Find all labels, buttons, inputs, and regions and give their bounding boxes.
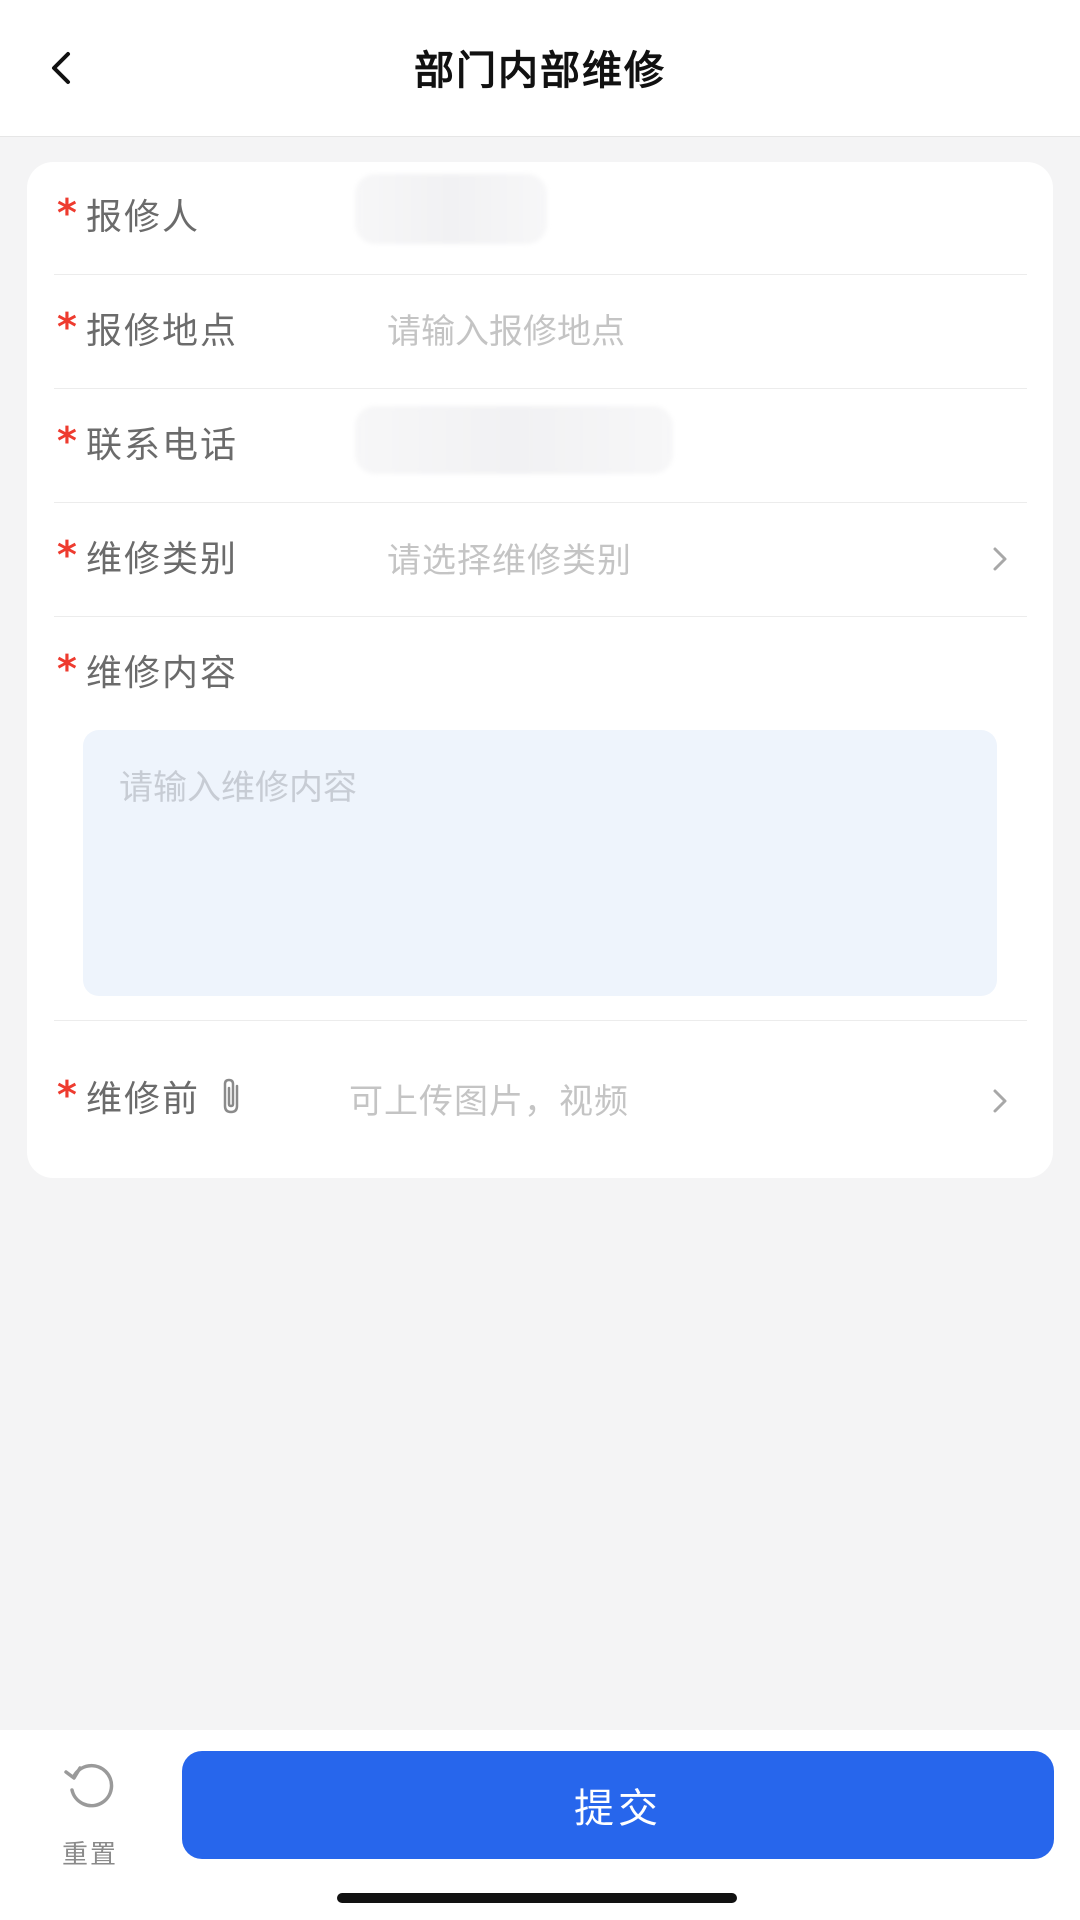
divider — [54, 274, 1027, 275]
location-label: 报修地点 — [86, 311, 239, 352]
home-indicator — [337, 1893, 737, 1903]
reset-button[interactable]: 重置 — [48, 1752, 132, 1872]
required-mark: * — [57, 533, 77, 577]
location-input[interactable] — [387, 297, 947, 367]
required-mark: * — [57, 305, 77, 349]
category-placeholder: 请选择维修类别 — [387, 541, 632, 581]
phone-label: 联系电话 — [86, 425, 239, 466]
required-mark: * — [57, 191, 77, 235]
divider — [54, 502, 1027, 503]
repair-form-card: * 报修人 * 报修地点 * 联系电话 * 维修类别 请选择维修类别 * 维修内… — [27, 162, 1053, 1178]
paperclip-icon — [217, 1076, 247, 1116]
submit-button[interactable]: 提交 — [182, 1751, 1054, 1859]
page-title: 部门内部维修 — [414, 48, 666, 94]
category-label: 维修类别 — [86, 539, 239, 580]
reporter-value[interactable] — [355, 174, 547, 244]
reset-label: 重置 — [61, 1840, 118, 1870]
footer-bar: 重置 提交 — [0, 1730, 1080, 1920]
reporter-label: 报修人 — [86, 197, 201, 238]
phone-value[interactable] — [355, 406, 673, 474]
app-header: 部门内部维修 — [0, 0, 1080, 137]
required-mark: * — [57, 1073, 77, 1117]
required-mark: * — [57, 647, 77, 691]
required-mark: * — [57, 419, 77, 463]
before-hint: 可上传图片，视频 — [349, 1082, 629, 1122]
content-textarea[interactable] — [83, 730, 997, 996]
divider — [54, 388, 1027, 389]
divider — [54, 1020, 1027, 1021]
chevron-right-icon — [985, 1086, 1015, 1116]
chevron-right-icon — [985, 544, 1015, 574]
divider — [54, 616, 1027, 617]
content-label: 维修内容 — [86, 653, 239, 694]
before-label: 维修前 — [86, 1079, 201, 1120]
reset-icon — [64, 1763, 114, 1808]
